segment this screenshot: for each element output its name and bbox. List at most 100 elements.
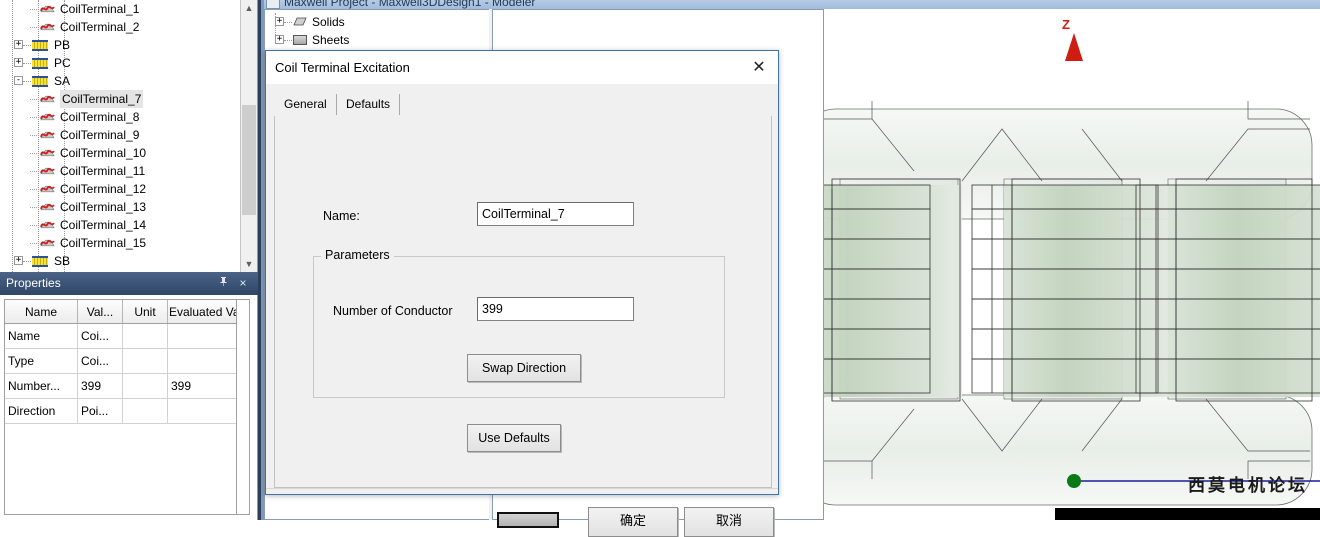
tree-item-label: CoilTerminal_7	[60, 90, 144, 108]
tree-item-label: CoilTerminal_2	[60, 20, 140, 34]
expander-icon[interactable]: +	[14, 40, 23, 49]
properties-grid-scroll-strip[interactable]	[237, 299, 250, 515]
tree-item-coilterminal_15[interactable]: CoilTerminal_15	[0, 234, 240, 252]
tree-item-label: CoilTerminal_13	[60, 200, 147, 214]
properties-cell-value[interactable]: Poi...	[77, 398, 123, 424]
properties-cell-value[interactable]: Coi...	[77, 323, 123, 349]
properties-row[interactable]: Direction Poi...	[5, 398, 248, 424]
properties-cell-name[interactable]: Name	[5, 323, 78, 349]
tree-item-coilterminal_13[interactable]: CoilTerminal_13	[0, 198, 240, 216]
properties-row[interactable]: Type Coi...	[5, 348, 248, 374]
coil-terminal-icon	[40, 185, 55, 193]
properties-grid[interactable]: Name Val... Unit Evaluated Va... Name Coi...…	[4, 299, 248, 424]
tree-item-label: PC	[54, 56, 71, 70]
cancel-button[interactable]: 取消	[684, 507, 774, 537]
tab-defaults[interactable]: Defaults	[336, 94, 401, 115]
properties-column-header[interactable]: Val...	[77, 300, 123, 324]
bottom-partial-button[interactable]	[497, 512, 559, 528]
modeler-3d-viewport[interactable]: Z 西莫电机论坛	[824, 9, 1320, 520]
solid-icon	[293, 17, 307, 26]
properties-cell-unit[interactable]	[122, 348, 168, 374]
tree-item-label: SB	[54, 254, 71, 268]
expander-icon[interactable]: +	[14, 58, 23, 67]
properties-table-header-row: Name Val... Unit Evaluated Va...	[5, 300, 248, 324]
modeler-tree-item-solids[interactable]: + Solids	[265, 13, 489, 31]
expander-icon[interactable]: +	[275, 35, 284, 44]
tree-item-coilterminal_9[interactable]: CoilTerminal_9	[0, 126, 240, 144]
expander-icon[interactable]: +	[275, 17, 284, 26]
name-input[interactable]	[477, 202, 634, 226]
ok-button[interactable]: 确定	[588, 507, 678, 537]
properties-cell-unit[interactable]	[122, 323, 168, 349]
close-icon[interactable]: ✕	[748, 58, 770, 78]
tree-item-coilterminal_1[interactable]: CoilTerminal_1	[0, 0, 240, 18]
tree-item-coilterminal_2[interactable]: CoilTerminal_2	[0, 18, 240, 36]
tree-item-sb[interactable]: + SB	[0, 252, 240, 270]
coil-terminal-icon	[40, 5, 55, 13]
scroll-down-arrow-icon[interactable]: ▼	[241, 256, 257, 272]
pin-icon[interactable]	[216, 276, 230, 290]
coil-terminal-icon	[40, 203, 55, 211]
left-dock-edge-light	[261, 0, 264, 520]
tree-item-coilterminal_12[interactable]: CoilTerminal_12	[0, 180, 240, 198]
modeler-tree-label: Solids	[312, 15, 345, 29]
tree-item-label: CoilTerminal_10	[60, 146, 147, 160]
project-tree-vertical-scrollbar[interactable]: ▲ ▼	[240, 0, 257, 272]
number-of-conductor-input[interactable]	[477, 297, 634, 321]
modeler-tree-label: Sheets	[312, 33, 350, 47]
expander-icon[interactable]: -	[14, 76, 23, 85]
tree-item-coilterminal_14[interactable]: CoilTerminal_14	[0, 216, 240, 234]
tree-item-coilterminal_8[interactable]: CoilTerminal_8	[0, 108, 240, 126]
properties-titlebar: Properties ×	[0, 272, 258, 295]
properties-cell-value[interactable]: 399	[77, 373, 123, 399]
properties-cell-unit[interactable]	[122, 373, 168, 399]
expander-icon[interactable]: +	[14, 256, 23, 265]
project-tree-panel[interactable]: CoilTerminal_1 CoilTerminal_2 + PB + PC - SA Coi…	[0, 0, 258, 272]
modeler-tree-item-sheets[interactable]: + Sheets	[265, 31, 489, 49]
swap-direction-button[interactable]: Swap Direction	[467, 354, 581, 382]
properties-panel[interactable]: Properties × Name Val... Unit Evaluated Va.…	[0, 272, 258, 520]
tree-item-label: SA	[54, 74, 71, 88]
properties-column-header[interactable]: Evaluated Va...	[167, 300, 248, 324]
tab-general[interactable]: General	[274, 94, 337, 115]
dialog-footer-separator	[266, 488, 778, 489]
coil-terminal-icon	[40, 23, 55, 31]
tree-item-pc[interactable]: + PC	[0, 54, 240, 72]
tree-item-coilterminal_10[interactable]: CoilTerminal_10	[0, 144, 240, 162]
dialog-tab-content-general: Name: Parameters Number of Conductor Swa…	[274, 116, 772, 488]
progress-bar-fill	[824, 508, 1055, 520]
app-icon	[266, 0, 280, 9]
tree-item-coilterminal_11[interactable]: CoilTerminal_11	[0, 162, 240, 180]
properties-column-header[interactable]: Unit	[122, 300, 168, 324]
properties-cell-evaluated[interactable]	[167, 348, 248, 374]
properties-cell-evaluated[interactable]: 399	[167, 373, 248, 399]
properties-cell-name[interactable]: Number...	[5, 373, 78, 399]
coil-terminal-excitation-dialog[interactable]: Coil Terminal Excitation ✕ General Defau…	[265, 50, 779, 537]
properties-cell-unit[interactable]	[122, 398, 168, 424]
use-defaults-button[interactable]: Use Defaults	[467, 424, 561, 452]
properties-column-header[interactable]: Name	[5, 300, 78, 324]
properties-cell-name[interactable]: Type	[5, 348, 78, 374]
close-icon[interactable]: ×	[236, 276, 250, 290]
winding-icon	[32, 76, 48, 87]
dialog-title: Coil Terminal Excitation	[275, 60, 410, 75]
winding-icon	[32, 40, 48, 51]
tree-item-coilterminal_7[interactable]: CoilTerminal_7	[0, 90, 240, 108]
dialog-titlebar: Coil Terminal Excitation ✕	[266, 51, 778, 84]
tree-item-pb[interactable]: + PB	[0, 36, 240, 54]
scrollbar-thumb[interactable]	[242, 105, 256, 215]
properties-cell-value[interactable]: Coi...	[77, 348, 123, 374]
properties-row[interactable]: Number... 399 399	[5, 373, 248, 399]
properties-row[interactable]: Name Coi...	[5, 323, 248, 349]
scroll-up-arrow-icon[interactable]: ▲	[241, 0, 257, 16]
properties-cell-evaluated[interactable]	[167, 323, 248, 349]
app-title-text: Maxwell Project - Maxwell3DDesign1 - Mod…	[284, 0, 536, 9]
properties-cell-name[interactable]: Direction	[5, 398, 78, 424]
properties-cell-evaluated[interactable]	[167, 398, 248, 424]
project-tree-scroll-area[interactable]: CoilTerminal_1 CoilTerminal_2 + PB + PC - SA Coi…	[0, 0, 240, 272]
coil-terminal-icon	[40, 221, 55, 229]
tree-item-sa[interactable]: - SA	[0, 72, 240, 90]
tree-item-label: CoilTerminal_11	[60, 164, 146, 178]
project-tree-rows: CoilTerminal_1 CoilTerminal_2 + PB + PC - SA Coi…	[0, 0, 240, 270]
properties-title: Properties	[6, 276, 61, 290]
